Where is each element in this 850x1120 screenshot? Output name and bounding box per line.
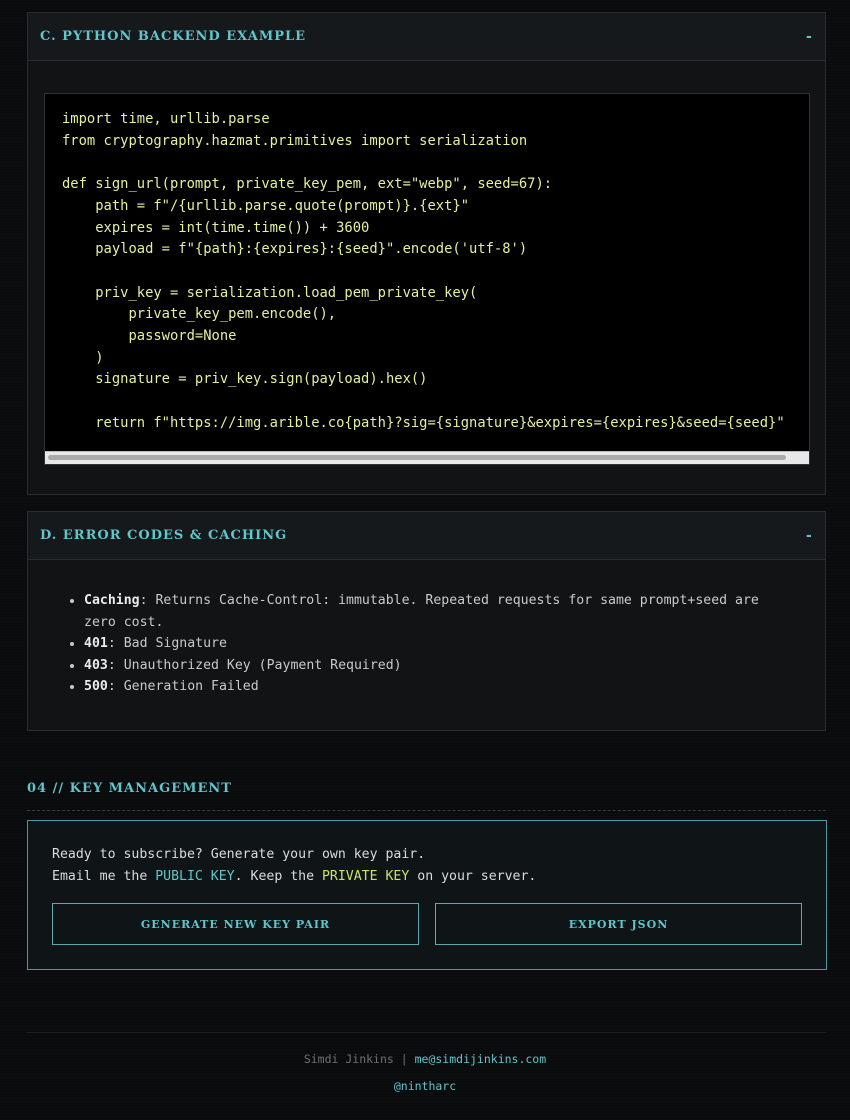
- item-text: : Unauthorized Key (Payment Required): [107, 657, 402, 673]
- author-name: Simdi Jinkins: [303, 1052, 394, 1066]
- email-link[interactable]: me@simdijinkins.com: [415, 1052, 547, 1066]
- social-handle-link[interactable]: @nintharc: [0, 1079, 850, 1093]
- divider: [27, 810, 826, 811]
- collapse-toggle[interactable]: -: [805, 528, 813, 544]
- error-code-list: Caching: Returns Cache-Control: immutabl…: [64, 590, 784, 698]
- instruction-line-2: Email me the PUBLIC KEY. Keep the PRIVAT…: [52, 866, 536, 888]
- horizontal-scrollbar[interactable]: [45, 451, 809, 464]
- private-key-label: PRIVATE KEY: [321, 868, 410, 884]
- list-item: 500: Generation Failed: [84, 676, 784, 698]
- scrollbar-thumb[interactable]: [48, 455, 786, 460]
- instruction-text: Email me the: [52, 868, 156, 884]
- export-json-button[interactable]: EXPORT JSON: [435, 903, 802, 945]
- python-panel-header[interactable]: C. PYTHON BACKEND EXAMPLE -: [28, 13, 825, 61]
- item-text: : Bad Signature: [107, 636, 227, 652]
- item-label: 403: [84, 657, 108, 673]
- errors-panel-header[interactable]: D. ERROR CODES & CACHING -: [28, 512, 825, 560]
- errors-panel-title: D. ERROR CODES & CACHING: [40, 528, 288, 543]
- public-key-label: PUBLIC KEY: [155, 868, 235, 884]
- collapse-toggle[interactable]: -: [805, 29, 813, 45]
- list-item: 403: Unauthorized Key (Payment Required): [84, 655, 784, 677]
- item-text: : Generation Failed: [107, 679, 259, 695]
- list-item: Caching: Returns Cache-Control: immutabl…: [84, 590, 784, 633]
- python-panel-title: C. PYTHON BACKEND EXAMPLE: [40, 29, 307, 44]
- key-management-panel: Ready to subscribe? Generate your own ke…: [27, 820, 827, 970]
- footer-credits: Simdi Jinkins | me@simdijinkins.com: [0, 1052, 850, 1066]
- footer-separator: |: [393, 1052, 415, 1066]
- item-label: 401: [84, 636, 108, 652]
- instruction-text: . Keep the: [234, 868, 322, 884]
- python-backend-panel: C. PYTHON BACKEND EXAMPLE - import time,…: [27, 12, 826, 495]
- item-label: Caching: [84, 593, 140, 608]
- footer-divider: [27, 1032, 826, 1033]
- item-text: : Returns Cache-Control: immutable. Repe…: [84, 593, 759, 630]
- python-code: import time, urllib.parse from cryptogra…: [62, 111, 785, 431]
- page: C. PYTHON BACKEND EXAMPLE - import time,…: [0, 0, 850, 1120]
- key-instructions: Ready to subscribe? Generate your own ke…: [52, 844, 536, 887]
- list-item: 401: Bad Signature: [84, 633, 784, 655]
- instruction-text: on your server.: [409, 868, 537, 884]
- code-block: import time, urllib.parse from cryptogra…: [44, 93, 810, 465]
- section-heading: 04 // KEY MANAGEMENT: [27, 781, 232, 796]
- instruction-line-1: Ready to subscribe? Generate your own ke…: [52, 847, 426, 862]
- item-label: 500: [84, 679, 108, 695]
- error-codes-panel: D. ERROR CODES & CACHING - Caching: Retu…: [27, 511, 826, 731]
- generate-key-pair-button[interactable]: GENERATE NEW KEY PAIR: [52, 903, 419, 945]
